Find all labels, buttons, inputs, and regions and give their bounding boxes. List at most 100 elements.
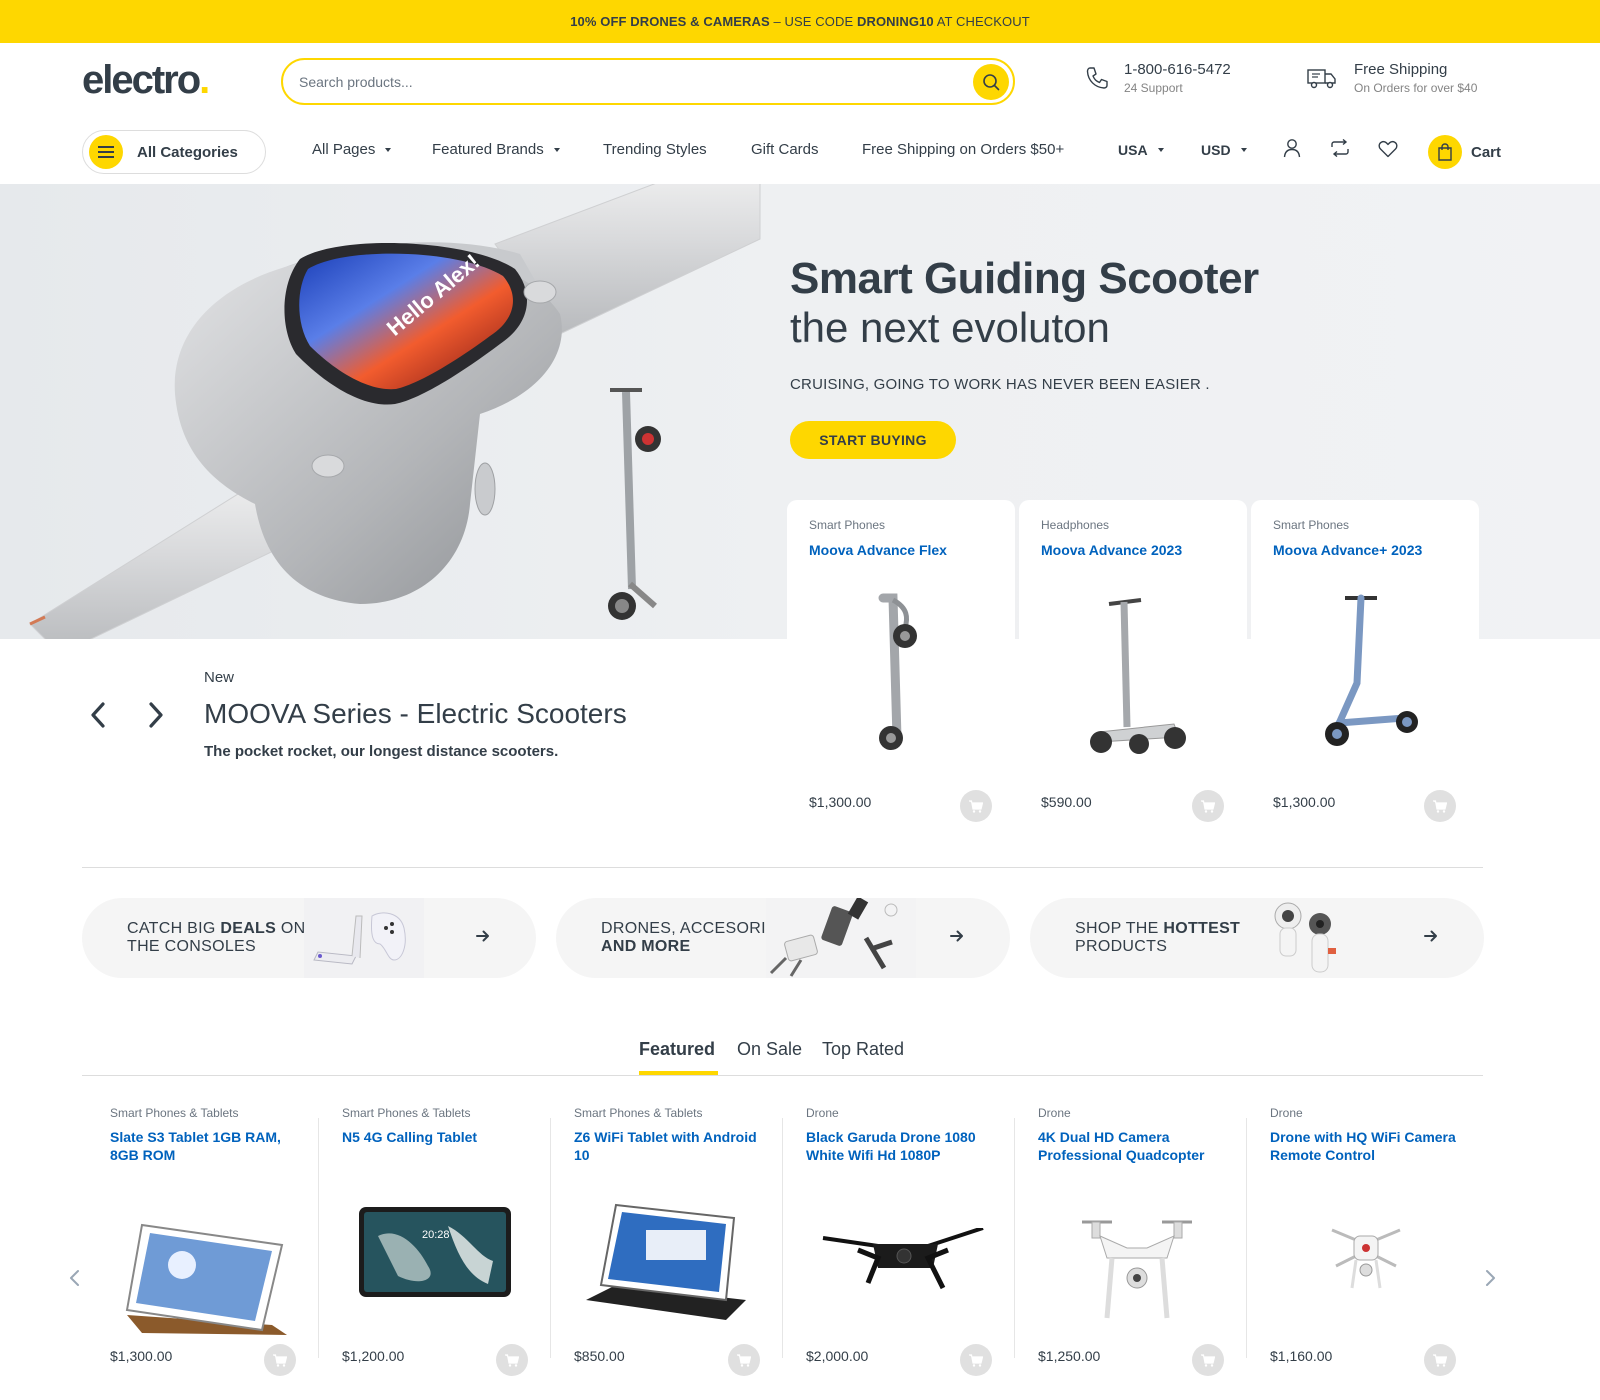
product-name[interactable]: Black Garuda Drone 1080 White Wifi Hd 10… bbox=[806, 1128, 996, 1164]
add-to-cart-button[interactable] bbox=[496, 1344, 528, 1376]
add-to-cart-button[interactable] bbox=[1424, 790, 1456, 822]
nav-label: Free Shipping on Orders $50+ bbox=[862, 141, 1065, 158]
next-arrow-icon[interactable] bbox=[146, 701, 166, 729]
menu-icon bbox=[89, 135, 123, 169]
shipping-sub: On Orders for over $40 bbox=[1354, 81, 1478, 95]
hero-subtitle: the next evoluton bbox=[790, 304, 1110, 351]
currency-value: USD bbox=[1201, 142, 1231, 158]
product-price: $1,250.00 bbox=[1038, 1348, 1101, 1364]
search-bar bbox=[281, 58, 1015, 105]
country-selector[interactable]: USA bbox=[1118, 142, 1164, 158]
phone-sub: 24 Support bbox=[1124, 81, 1183, 95]
folded-scooter-image bbox=[878, 593, 917, 750]
heart-icon[interactable] bbox=[1378, 140, 1398, 158]
nav-featured-brands[interactable]: Featured Brands bbox=[432, 141, 560, 158]
product-category: Smart Phones bbox=[1273, 518, 1350, 532]
user-icon[interactable] bbox=[1282, 138, 1302, 158]
promo-text-line2: PRODUCTS bbox=[1075, 938, 1168, 955]
product-category: Smart Phones bbox=[809, 518, 886, 532]
featured-product-card[interactable]: Drone 4K Dual HD Camera Professional Qua… bbox=[1010, 1100, 1242, 1390]
add-to-cart-button[interactable] bbox=[960, 790, 992, 822]
cart-icon bbox=[1428, 135, 1462, 169]
featured-product-card[interactable]: Drone Black Garuda Drone 1080 White Wifi… bbox=[778, 1100, 1010, 1390]
product-name[interactable]: N5 4G Calling Tablet bbox=[342, 1128, 532, 1146]
tab-top-rated[interactable]: Top Rated bbox=[822, 1039, 904, 1060]
add-to-cart-button[interactable] bbox=[960, 1344, 992, 1376]
product-name[interactable]: 4K Dual HD Camera Professional Quadcopte… bbox=[1038, 1128, 1228, 1164]
product-category: Smart Phones & Tablets bbox=[110, 1106, 239, 1120]
promo-part2: – USE CODE bbox=[769, 14, 857, 29]
logo-text: electro bbox=[82, 58, 201, 102]
cart-button[interactable]: Cart bbox=[1428, 135, 1501, 169]
logo[interactable]: electro. bbox=[82, 58, 210, 103]
drone-accessories-image bbox=[766, 898, 916, 978]
promo-hottest[interactable]: SHOP THE HOTTEST PRODUCTS bbox=[1030, 898, 1484, 978]
arrow-right-icon bbox=[1424, 930, 1437, 942]
hero-tagline: CRUISING, GOING TO WORK HAS NEVER BEEN E… bbox=[790, 376, 1210, 393]
product-category: Smart Phones & Tablets bbox=[342, 1106, 471, 1120]
blue-scooter-image bbox=[1325, 594, 1418, 746]
nav-trending-styles[interactable]: Trending Styles bbox=[603, 141, 707, 158]
promo-text-pre: CATCH BIG bbox=[127, 920, 221, 937]
product-name[interactable]: Drone with HQ WiFi Camera Remote Control bbox=[1270, 1128, 1460, 1164]
product-card[interactable]: Smart Phones Moova Advance+ 2023 $1,300.… bbox=[1251, 500, 1479, 834]
hottest-products-image bbox=[1274, 902, 1336, 973]
tab-active-indicator bbox=[639, 1071, 718, 1075]
add-to-cart-button[interactable] bbox=[264, 1344, 296, 1376]
promo-text-post: ON bbox=[276, 920, 306, 937]
add-to-cart-button[interactable] bbox=[1424, 1344, 1456, 1376]
nav-free-shipping[interactable]: Free Shipping on Orders $50+ bbox=[862, 141, 1064, 158]
start-buying-button[interactable]: START BUYING bbox=[790, 421, 956, 459]
featured-product-card[interactable]: Smart Phones & Tablets Z6 WiFi Tablet wi… bbox=[546, 1100, 778, 1390]
product-name[interactable]: Moova Advance+ 2023 bbox=[1273, 542, 1422, 558]
nav-all-pages[interactable]: All Pages bbox=[312, 141, 392, 158]
truck-icon bbox=[1307, 69, 1336, 89]
search-button[interactable] bbox=[973, 64, 1009, 100]
all-categories-button[interactable]: All Categories bbox=[82, 130, 266, 174]
previous-arrow-icon[interactable] bbox=[88, 701, 108, 729]
product-name[interactable]: Z6 WiFi Tablet with Android 10 bbox=[574, 1128, 764, 1164]
featured-product-card[interactable]: Drone Drone with HQ WiFi Camera Remote C… bbox=[1242, 1100, 1474, 1390]
featured-product-card[interactable]: Smart Phones & Tablets N5 4G Calling Tab… bbox=[314, 1100, 546, 1390]
caret-down-icon bbox=[553, 147, 560, 152]
add-to-cart-button[interactable] bbox=[1192, 1344, 1224, 1376]
product-name[interactable]: Slate S3 Tablet 1GB RAM, 8GB ROM bbox=[110, 1128, 300, 1164]
product-price: $1,300.00 bbox=[1273, 794, 1336, 810]
cart-icon bbox=[1433, 1353, 1447, 1367]
product-price: $1,300.00 bbox=[110, 1348, 173, 1364]
currency-selector[interactable]: USD bbox=[1201, 142, 1247, 158]
tablet-stand-image bbox=[586, 1203, 746, 1320]
product-price: $590.00 bbox=[1041, 794, 1092, 810]
cart-icon bbox=[1201, 1353, 1215, 1367]
tablet-dark-image: 20:28 bbox=[359, 1207, 511, 1297]
promo-text-pre: DRONES, ACCESORIES bbox=[601, 920, 788, 937]
product-card[interactable]: Smart Phones Moova Advance Flex $1,300.0… bbox=[787, 500, 1015, 834]
tab-on-sale[interactable]: On Sale bbox=[737, 1039, 802, 1060]
promo-drones[interactable]: DRONES, ACCESORIES AND MORE bbox=[556, 898, 1010, 978]
product-category: Drone bbox=[1038, 1106, 1071, 1120]
cart-icon bbox=[505, 1353, 519, 1367]
white-quadcopter-image bbox=[1082, 1220, 1192, 1319]
product-price: $1,200.00 bbox=[342, 1348, 405, 1364]
wifi-drone-image bbox=[1331, 1228, 1401, 1289]
tablet-with-case-image bbox=[125, 1223, 287, 1335]
series-description: The pocket rocket, our longest distance … bbox=[204, 743, 559, 760]
product-name[interactable]: Moova Advance Flex bbox=[809, 542, 947, 558]
nav-gift-cards[interactable]: Gift Cards bbox=[751, 141, 819, 158]
add-to-cart-button[interactable] bbox=[1192, 790, 1224, 822]
tab-featured[interactable]: Featured bbox=[639, 1039, 715, 1060]
carousel-prev-icon[interactable] bbox=[68, 1268, 82, 1288]
cart-icon bbox=[1433, 799, 1447, 813]
carousel-next-icon[interactable] bbox=[1483, 1268, 1497, 1288]
product-name[interactable]: Moova Advance 2023 bbox=[1041, 542, 1182, 558]
support-phone[interactable]: 1-800-616-5472 24 Support bbox=[1084, 61, 1231, 95]
product-card[interactable]: Headphones Moova Advance 2023 $590.00 bbox=[1019, 500, 1247, 834]
compare-icon[interactable] bbox=[1330, 139, 1350, 157]
promo-part1: 10% OFF DRONES & CAMERAS bbox=[570, 14, 770, 29]
add-to-cart-button[interactable] bbox=[728, 1344, 760, 1376]
search-input[interactable] bbox=[299, 73, 939, 90]
promo-consoles[interactable]: CATCH BIG DEALS ON THE CONSOLES bbox=[82, 898, 536, 978]
nav-label: Trending Styles bbox=[603, 141, 707, 158]
promo-text: DRONES, ACCESORIES AND MORE bbox=[601, 920, 788, 956]
featured-product-card[interactable]: Smart Phones & Tablets Slate S3 Tablet 1… bbox=[82, 1100, 314, 1390]
